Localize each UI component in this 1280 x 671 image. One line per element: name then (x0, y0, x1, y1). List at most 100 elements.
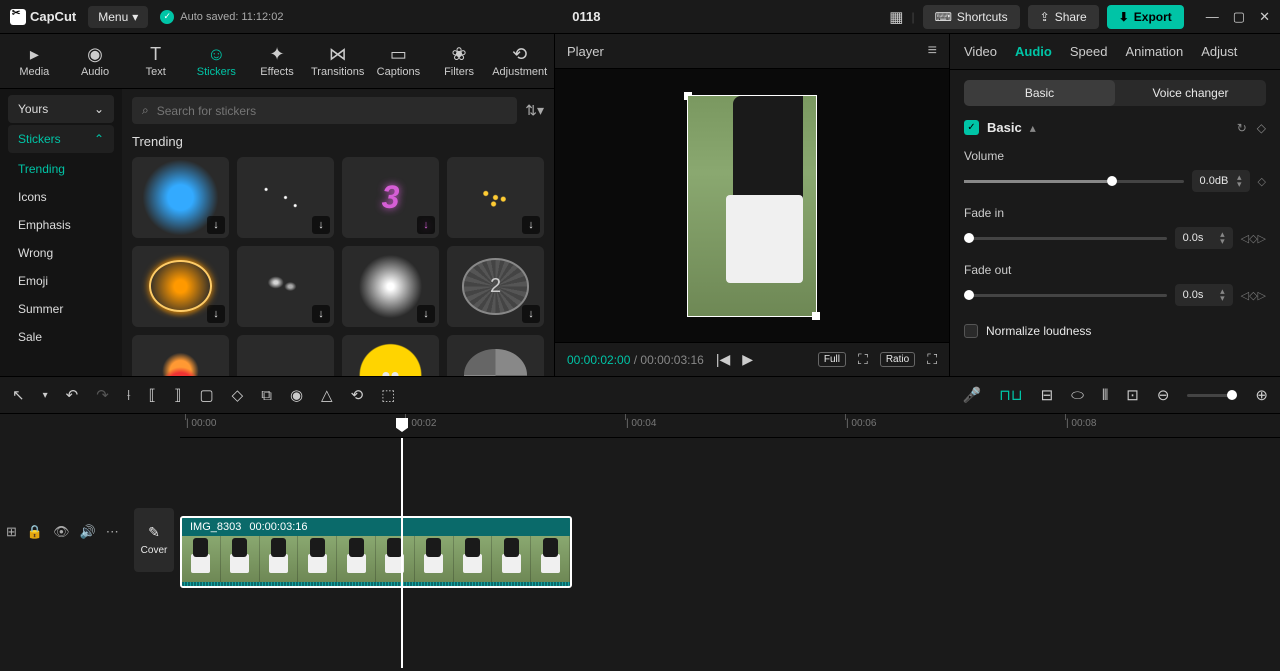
tab-adjustment[interactable]: ⟲Adjustment (489, 40, 550, 82)
sidebar-item-wrong[interactable]: Wrong (8, 239, 114, 267)
sticker-item[interactable] (237, 335, 334, 376)
export-button[interactable]: ⬇ Export (1107, 5, 1184, 29)
reset-icon[interactable]: ↻ (1237, 121, 1247, 135)
rp-tab-speed[interactable]: Speed (1070, 44, 1108, 59)
full-button[interactable]: Full (818, 352, 846, 367)
close-button[interactable]: ✕ (1259, 9, 1270, 25)
sidebar-stickers[interactable]: Stickers ⌃ (8, 125, 114, 153)
search-input[interactable]: ⌕ (132, 97, 517, 124)
sidebar-item-summer[interactable]: Summer (8, 295, 114, 323)
hamburger-icon[interactable]: ≡ (928, 42, 937, 60)
sidebar-item-sale[interactable]: Sale (8, 323, 114, 351)
sidebar-item-emoji[interactable]: Emoji (8, 267, 114, 295)
rp-tab-animation[interactable]: Animation (1125, 44, 1183, 59)
align-button[interactable]: ⫴ (1102, 387, 1108, 404)
zoom-slider[interactable] (1187, 394, 1237, 397)
crop-button[interactable]: ▢ (199, 386, 213, 404)
preview-canvas[interactable] (555, 69, 949, 342)
playhead[interactable] (401, 438, 403, 668)
filter-icon[interactable]: ⇅▾ (525, 102, 544, 119)
rp-tab-adjust[interactable]: Adjust (1201, 44, 1237, 59)
zoom-out-button[interactable]: ⊖ (1157, 386, 1170, 404)
track-add-icon[interactable]: ⊞ (6, 524, 17, 540)
volume-value[interactable]: 0.0dB▴▾ (1192, 170, 1250, 192)
play-button[interactable]: ▶ (742, 351, 753, 368)
maximize-button[interactable]: ▢ (1233, 9, 1245, 25)
tab-stickers[interactable]: ☺Stickers (186, 40, 247, 82)
crop-icon[interactable]: ⛶ (858, 351, 868, 368)
sticker-item[interactable]: •• (342, 335, 439, 376)
zoom-in-button[interactable]: ⊕ (1255, 386, 1268, 404)
subtab-voice-changer[interactable]: Voice changer (1115, 80, 1266, 106)
fadeout-value[interactable]: 0.0s▴▾ (1175, 284, 1233, 306)
download-icon[interactable]: ↓ (207, 305, 225, 323)
download-icon[interactable]: ↓ (312, 216, 330, 234)
download-icon[interactable]: ↓ (417, 216, 435, 234)
timeline-ruler[interactable]: | 00:00| 00:02| 00:04| 00:06| 00:08 (180, 414, 1280, 438)
select-tool[interactable]: ↖ (12, 386, 25, 404)
mirror-button[interactable]: △ (321, 386, 333, 404)
rotate-button[interactable]: ⟲ (351, 386, 364, 404)
link-button[interactable]: ⊟ (1041, 386, 1054, 404)
sticker-item[interactable]: ↓ (132, 246, 229, 327)
cover-button[interactable]: ✎ Cover (134, 508, 174, 572)
tab-captions[interactable]: ▭Captions (368, 40, 429, 82)
rp-tab-video[interactable]: Video (964, 44, 997, 59)
track-visibility-icon[interactable]: 👁 (53, 524, 70, 540)
select-dropdown[interactable]: ▾ (43, 390, 48, 401)
sticker-item[interactable] (447, 335, 544, 376)
tracks-area[interactable]: IMG_8303 00:00:03:16 (174, 438, 1280, 668)
sticker-item[interactable]: ↓ (237, 246, 334, 327)
video-frame[interactable] (687, 95, 817, 317)
tab-filters[interactable]: ❀Filters (429, 40, 490, 82)
download-icon[interactable]: ↓ (312, 305, 330, 323)
tab-audio[interactable]: ◉Audio (65, 40, 126, 82)
minimize-button[interactable]: — (1206, 9, 1219, 25)
keyframe-controls[interactable]: ◇ (1258, 175, 1266, 188)
trim-right-button[interactable]: ⟧ (174, 386, 181, 404)
speed-button[interactable]: ◉ (290, 386, 303, 404)
tab-transitions[interactable]: ⋈Transitions (307, 40, 368, 82)
sidebar-yours[interactable]: Yours ⌄ (8, 95, 114, 123)
sidebar-item-icons[interactable]: Icons (8, 183, 114, 211)
split-button[interactable]: ⟊ (127, 387, 131, 404)
volume-slider[interactable] (964, 180, 1184, 183)
track-lock-icon[interactable]: 🔒 (27, 524, 43, 540)
duplicate-button[interactable]: ⧉ (261, 387, 272, 404)
sidebar-item-trending[interactable]: Trending (8, 155, 114, 183)
magnet-button[interactable]: ⊓⊔ (999, 386, 1022, 404)
sidebar-item-emphasis[interactable]: Emphasis (8, 211, 114, 239)
track-mute-icon[interactable]: 🔊 (80, 524, 96, 540)
share-button[interactable]: ⇪ Share (1028, 5, 1099, 29)
video-clip[interactable]: IMG_8303 00:00:03:16 (180, 516, 572, 588)
fadein-value[interactable]: 0.0s▴▾ (1175, 227, 1233, 249)
keyframe-controls[interactable]: ◁◇▷ (1241, 232, 1266, 245)
sticker-item[interactable]: ↓ (342, 246, 439, 327)
ratio-button[interactable]: Ratio (880, 352, 915, 367)
basic-checkbox[interactable]: ✓ (964, 120, 979, 135)
sticker-item[interactable]: ↓ (237, 157, 334, 238)
keyframe-controls[interactable]: ◁◇▷ (1241, 289, 1266, 302)
subtab-basic[interactable]: Basic (964, 80, 1115, 106)
redo-button[interactable]: ↷ (96, 386, 109, 404)
search-field[interactable] (157, 104, 508, 118)
sticker-item[interactable] (132, 335, 229, 376)
undo-button[interactable]: ↶ (66, 386, 79, 404)
layout-icon[interactable]: ▦ (889, 8, 903, 26)
prev-frame-button[interactable]: |◀ (716, 351, 730, 368)
keyframe-icon[interactable]: ◇ (1257, 121, 1266, 135)
tab-text[interactable]: TText (125, 40, 186, 82)
sticker-item[interactable]: 3↓ (342, 157, 439, 238)
chevron-up-icon[interactable]: ▴ (1030, 121, 1036, 135)
shortcuts-button[interactable]: ⌨ Shortcuts (923, 5, 1020, 29)
download-icon[interactable]: ↓ (207, 216, 225, 234)
download-icon[interactable]: ↓ (417, 305, 435, 323)
download-icon[interactable]: ↓ (522, 305, 540, 323)
tab-effects[interactable]: ✦Effects (247, 40, 308, 82)
download-icon[interactable]: ↓ (522, 216, 540, 234)
sticker-item[interactable]: ↓ (447, 157, 544, 238)
fadeout-slider[interactable] (964, 294, 1167, 297)
menu-button[interactable]: Menu ▾ (88, 6, 148, 28)
chain-button[interactable]: ⬭ (1071, 387, 1084, 404)
sticker-item[interactable]: ↓ (447, 246, 544, 327)
